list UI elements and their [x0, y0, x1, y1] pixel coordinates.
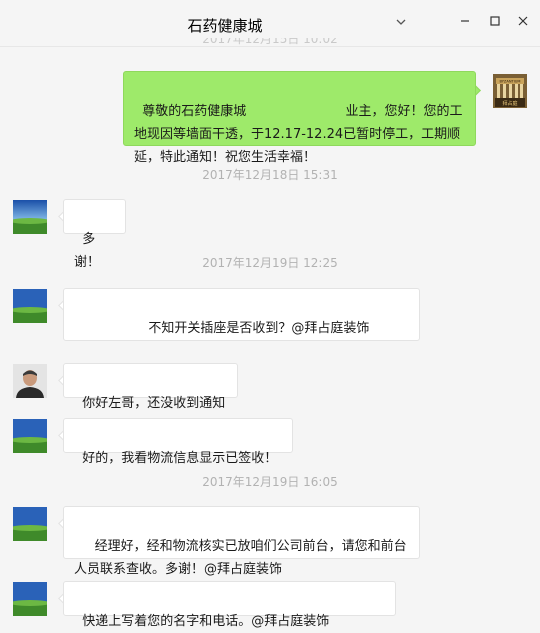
- person-avatar-icon: [13, 364, 47, 398]
- self-avatar[interactable]: BYZANTIUM 拜占庭: [493, 74, 527, 108]
- message-bubble[interactable]: 经理好，经和物流核实已放咱们公司前台，请您和前台人员联系查收。多谢！@拜占庭装饰: [63, 506, 420, 577]
- message-bubble[interactable]: 多谢！: [63, 199, 126, 270]
- svg-text:拜占庭: 拜占庭: [502, 100, 517, 107]
- message-bubble[interactable]: 好的，我看物流信息显示已签收！: [63, 418, 293, 466]
- message-text: 不知开关插座是否收到？@拜占庭装饰: [82, 321, 370, 336]
- other-avatar[interactable]: [13, 364, 47, 398]
- message-bubble[interactable]: 快递上写着您的名字和电话。@拜占庭装饰: [63, 581, 396, 629]
- message-text: 快递上写着您的名字和电话。@拜占庭装饰: [82, 614, 330, 629]
- timestamp: 2017年12月19日 12:25: [202, 256, 338, 270]
- svg-text:BYZANTIUM: BYZANTIUM: [499, 80, 520, 84]
- chevron-down-icon[interactable]: [395, 16, 407, 28]
- chat-title: 石药健康城: [187, 17, 263, 35]
- contact-avatar[interactable]: [13, 419, 47, 453]
- faded-timestamp: 2017年12月15日 10:02: [202, 38, 338, 46]
- landscape-avatar-icon: [13, 507, 47, 541]
- message-text: 尊敬的石药健康城 业主，您好！您的工地现因等墙面干透，于12.17-12.24已…: [134, 104, 463, 165]
- contact-avatar[interactable]: [13, 289, 47, 323]
- close-icon[interactable]: [516, 14, 530, 28]
- message-text: 你好左哥，还没收到通知: [82, 396, 226, 411]
- landscape-avatar-icon: [13, 419, 47, 453]
- message-bubble[interactable]: 不知开关插座是否收到？@拜占庭装饰: [63, 288, 420, 341]
- company-logo-icon: BYZANTIUM 拜占庭: [493, 74, 527, 108]
- contact-avatar[interactable]: [13, 507, 47, 541]
- message-bubble-self[interactable]: 尊敬的石药健康城 业主，您好！您的工地现因等墙面干透，于12.17-12.24已…: [123, 71, 476, 165]
- timestamp: 2017年12月19日 16:05: [202, 475, 338, 489]
- landscape-avatar-icon: [13, 582, 47, 616]
- message-bubble[interactable]: 你好左哥，还没收到通知: [63, 363, 238, 411]
- message-text: 好的，我看物流信息显示已签收！: [82, 451, 278, 466]
- contact-avatar[interactable]: [13, 200, 47, 234]
- maximize-icon[interactable]: [488, 14, 502, 28]
- timestamp: 2017年12月18日 15:31: [202, 168, 338, 182]
- message-text: 经理好，经和物流核实已放咱们公司前台，请您和前台人员联系查收。多谢！@拜占庭装饰: [74, 539, 407, 577]
- contact-avatar[interactable]: [13, 582, 47, 616]
- minimize-icon[interactable]: [458, 14, 472, 28]
- landscape-avatar-icon: [13, 200, 47, 234]
- landscape-avatar-icon: [13, 289, 47, 323]
